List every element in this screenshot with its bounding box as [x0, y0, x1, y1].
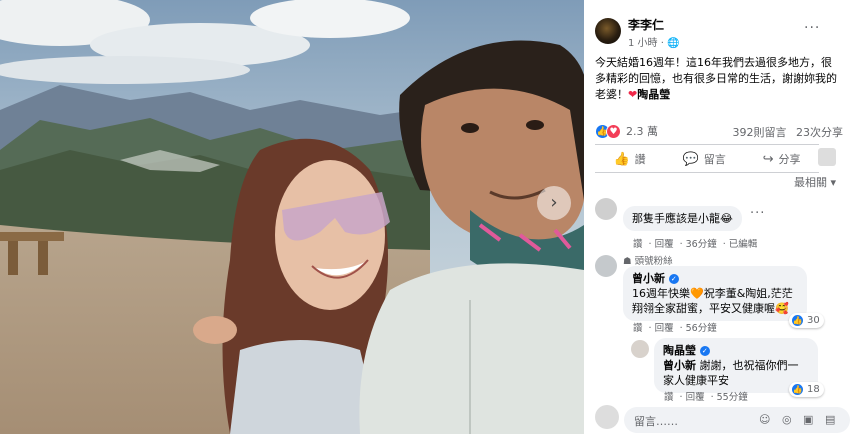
share-button[interactable]: ↪ 分享: [763, 151, 801, 167]
profile-switch-avatar[interactable]: [818, 148, 836, 166]
comment-like-link[interactable]: 讚: [633, 239, 643, 250]
edited-label: 已編輯: [728, 239, 758, 250]
comment-reply-link[interactable]: 回覆: [655, 323, 674, 334]
next-photo-button[interactable]: ›: [537, 186, 571, 220]
current-user-avatar: [595, 405, 619, 429]
post-meta: 1 小時 · 🌐: [628, 38, 680, 49]
reply-like-count[interactable]: 👍 18: [789, 382, 824, 397]
mention-link[interactable]: 曾小新: [663, 359, 696, 372]
comment-input-placeholder: 留言……: [634, 415, 678, 428]
replier-name[interactable]: 陶晶瑩 ✓: [663, 343, 809, 358]
comment-button[interactable]: 💬 留言: [683, 151, 726, 167]
chevron-right-icon: ›: [550, 192, 558, 213]
author-name[interactable]: 李李仁: [628, 16, 664, 33]
reply-text: 曾小新 謝謝，也祝福你們一家人健康平安: [663, 359, 799, 387]
laughing-emoji: 😂: [720, 212, 733, 225]
comment-options-button[interactable]: ···: [750, 206, 765, 221]
verified-badge-icon: ✓: [699, 346, 710, 356]
top-fan-badge: ☗ 頭號粉絲: [623, 256, 673, 267]
globe-icon: 🌐: [667, 38, 680, 49]
caret-down-icon: ▾: [830, 176, 837, 189]
speech-bubble-icon: 💬: [682, 151, 699, 167]
commenter-name[interactable]: 曾小新 ✓: [632, 271, 798, 286]
post-side-panel: 李李仁 1 小時 · 🌐 ··· 今天結婚16週年！這16年我們去過很多地方，很…: [584, 0, 850, 434]
love-reaction-icon: ♥: [606, 123, 621, 139]
replier-avatar[interactable]: [631, 340, 649, 358]
comment-text: 16週年快樂🧡祝李董&陶姐,茫茫翔翎全家甜蜜，平安又健康喔🥰: [632, 287, 793, 315]
reaction-count: 2.3 萬: [626, 125, 658, 138]
tagged-person-link[interactable]: 陶晶瑩: [637, 88, 670, 101]
comment-reply-link[interactable]: 回覆: [655, 239, 674, 250]
share-count[interactable]: 23次分享: [796, 126, 843, 139]
divider: [595, 144, 819, 145]
comment-meta: 讚 · 回覆 · 36分鐘 · 已編輯: [633, 239, 758, 250]
verified-badge-icon: ✓: [668, 274, 679, 284]
comment-count[interactable]: 392則留言: [733, 126, 787, 139]
badge-icon: ☗: [623, 256, 632, 267]
thumbs-up-icon: 👍: [613, 151, 630, 167]
more-options-button[interactable]: ···: [804, 20, 820, 36]
comment-meta: 讚 · 回覆 · 56分鐘: [633, 323, 717, 334]
reply-like-link[interactable]: 讚: [664, 392, 674, 403]
commenter-avatar[interactable]: [595, 255, 617, 277]
comment-like-link[interactable]: 讚: [633, 323, 643, 334]
like-button[interactable]: 👍 讚: [613, 151, 645, 167]
comment-text: 那隻手應該是小龍: [632, 212, 720, 225]
post-actions: 👍 讚 💬 留言 ↪ 分享: [595, 148, 819, 170]
reaction-summary[interactable]: 👍 ♥ 2.3 萬: [595, 123, 658, 139]
post-stats: 392則留言 23次分享: [727, 124, 844, 140]
author-avatar[interactable]: [595, 18, 621, 44]
divider: [595, 172, 819, 173]
reply-meta: 讚 · 回覆 · 55分鐘: [664, 392, 748, 403]
commenter-avatar[interactable]: [595, 198, 617, 220]
comment-time[interactable]: 36分鐘: [686, 239, 717, 250]
comment-bubble: 曾小新 ✓ 16週年快樂🧡祝李董&陶姐,茫茫翔翎全家甜蜜，平安又健康喔🥰: [623, 266, 807, 321]
reply-reply-link[interactable]: 回覆: [686, 392, 705, 403]
post-time[interactable]: 1 小時: [628, 38, 658, 49]
like-reaction-icon: 👍: [791, 314, 804, 327]
comment-input[interactable]: 留言…… ☺ ◎ ▣ ▤: [624, 407, 850, 433]
reply-time[interactable]: 55分鐘: [717, 392, 748, 403]
comment-like-count[interactable]: 👍 30: [789, 313, 824, 328]
comment-sort-dropdown[interactable]: 最相關 ▾: [794, 174, 836, 190]
heart-icon: ❤: [628, 88, 638, 101]
post-photo[interactable]: ›: [0, 0, 584, 434]
comment-bubble: 那隻手應該是小龍😂: [623, 206, 742, 231]
composer-icons[interactable]: ☺ ◎ ▣ ▤: [759, 413, 839, 426]
share-arrow-icon: ↪: [762, 151, 774, 167]
post-text: 今天結婚16週年！這16年我們去過很多地方，很多精彩的回憶，也有很多日常的生活，…: [595, 55, 841, 103]
like-reaction-icon: 👍: [791, 383, 804, 396]
selfie-photo-illustration: [0, 0, 584, 434]
comment-time[interactable]: 56分鐘: [686, 323, 717, 334]
